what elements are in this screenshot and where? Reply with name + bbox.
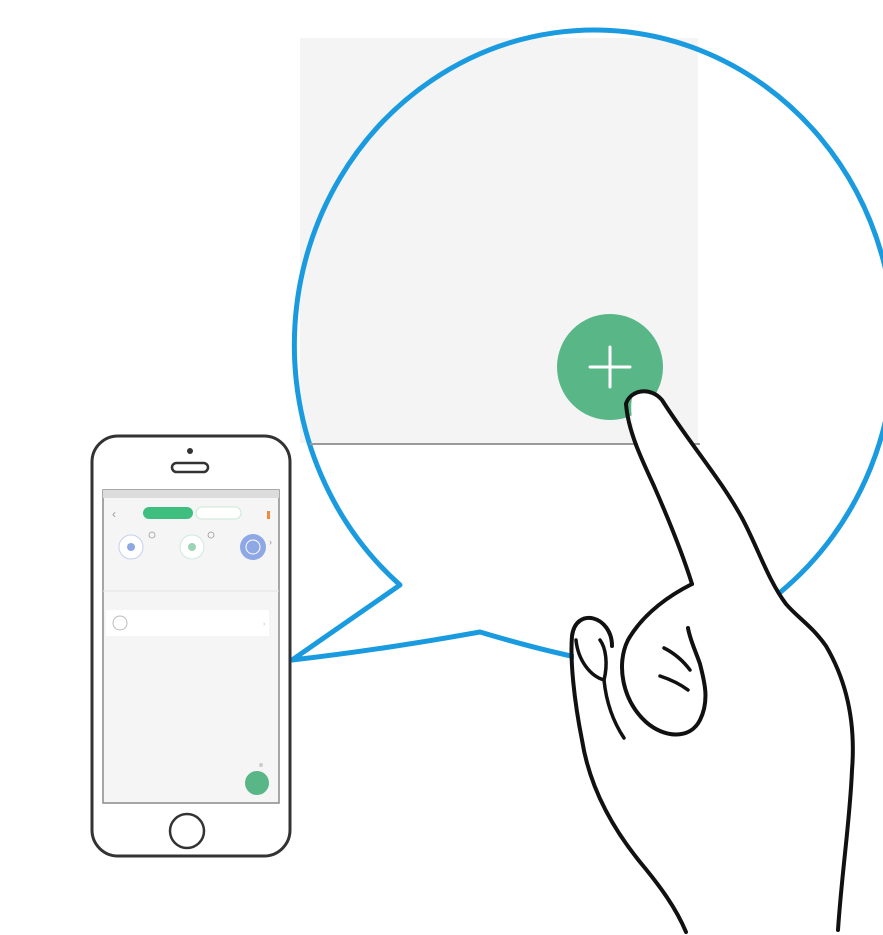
router-device-icon	[240, 534, 266, 560]
hand	[569, 389, 855, 935]
bubble-bg-panel-right	[698, 38, 883, 443]
illustration-canvas: ‹ › ›	[90, 27, 883, 935]
orange-indicator	[267, 511, 270, 519]
tab-active[interactable]	[143, 507, 193, 519]
back-chevron-icon[interactable]: ‹	[112, 507, 116, 521]
smartphone: ‹ › ›	[90, 434, 292, 858]
device-item-3[interactable]	[240, 534, 266, 560]
fab-add-button[interactable]	[245, 771, 269, 795]
phone-screen: ‹ › ›	[102, 489, 280, 804]
fab-tap-indicator	[259, 763, 263, 767]
tab-inactive[interactable]	[195, 506, 242, 520]
device-thumbnail-icon	[112, 615, 128, 631]
list-item-card[interactable]	[106, 610, 269, 636]
list-item[interactable]: ›	[106, 610, 269, 636]
chevron-right-icon[interactable]: ›	[269, 537, 272, 547]
phone-status-bar	[103, 490, 279, 498]
phone-front-camera	[187, 448, 193, 454]
